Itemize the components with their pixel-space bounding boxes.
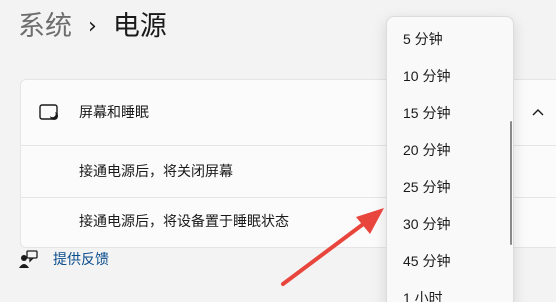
breadcrumb: 系统 › 电源 [18, 9, 167, 45]
dropdown-option[interactable]: 15 分钟 [387, 95, 505, 132]
dropdown-scrollbar[interactable] [510, 121, 512, 245]
screen-sleep-icon [39, 104, 58, 120]
page-title: 电源 [112, 11, 167, 42]
breadcrumb-parent[interactable]: 系统 [18, 9, 72, 45]
feedback-link-group[interactable]: 提供反馈 [18, 250, 109, 270]
breadcrumb-separator: › [88, 14, 97, 39]
dropdown-option[interactable]: 25 分钟 [387, 169, 505, 206]
dropdown-option[interactable]: 5 分钟 [387, 21, 505, 58]
dropdown-option[interactable]: 1 小时 [387, 280, 505, 302]
feedback-icon [19, 250, 38, 268]
timeout-dropdown-list[interactable]: 5 分钟 10 分钟 15 分钟 20 分钟 25 分钟 30 分钟 45 分钟… [386, 16, 514, 302]
screen-sleep-header-label: 屏幕和睡眠 [79, 105, 149, 121]
dropdown-option[interactable]: 20 分钟 [387, 132, 505, 169]
dropdown-option[interactable]: 45 分钟 [387, 243, 505, 280]
dropdown-option[interactable]: 30 分钟 [387, 206, 505, 243]
dropdown-option[interactable]: 10 分钟 [387, 58, 505, 95]
screen-off-label: 接通电源后，将关闭屏幕 [79, 164, 233, 180]
sleep-label: 接通电源后，将设备置于睡眠状态 [79, 214, 289, 230]
feedback-link[interactable]: 提供反馈 [53, 250, 109, 270]
chevron-up-icon[interactable] [531, 106, 545, 120]
